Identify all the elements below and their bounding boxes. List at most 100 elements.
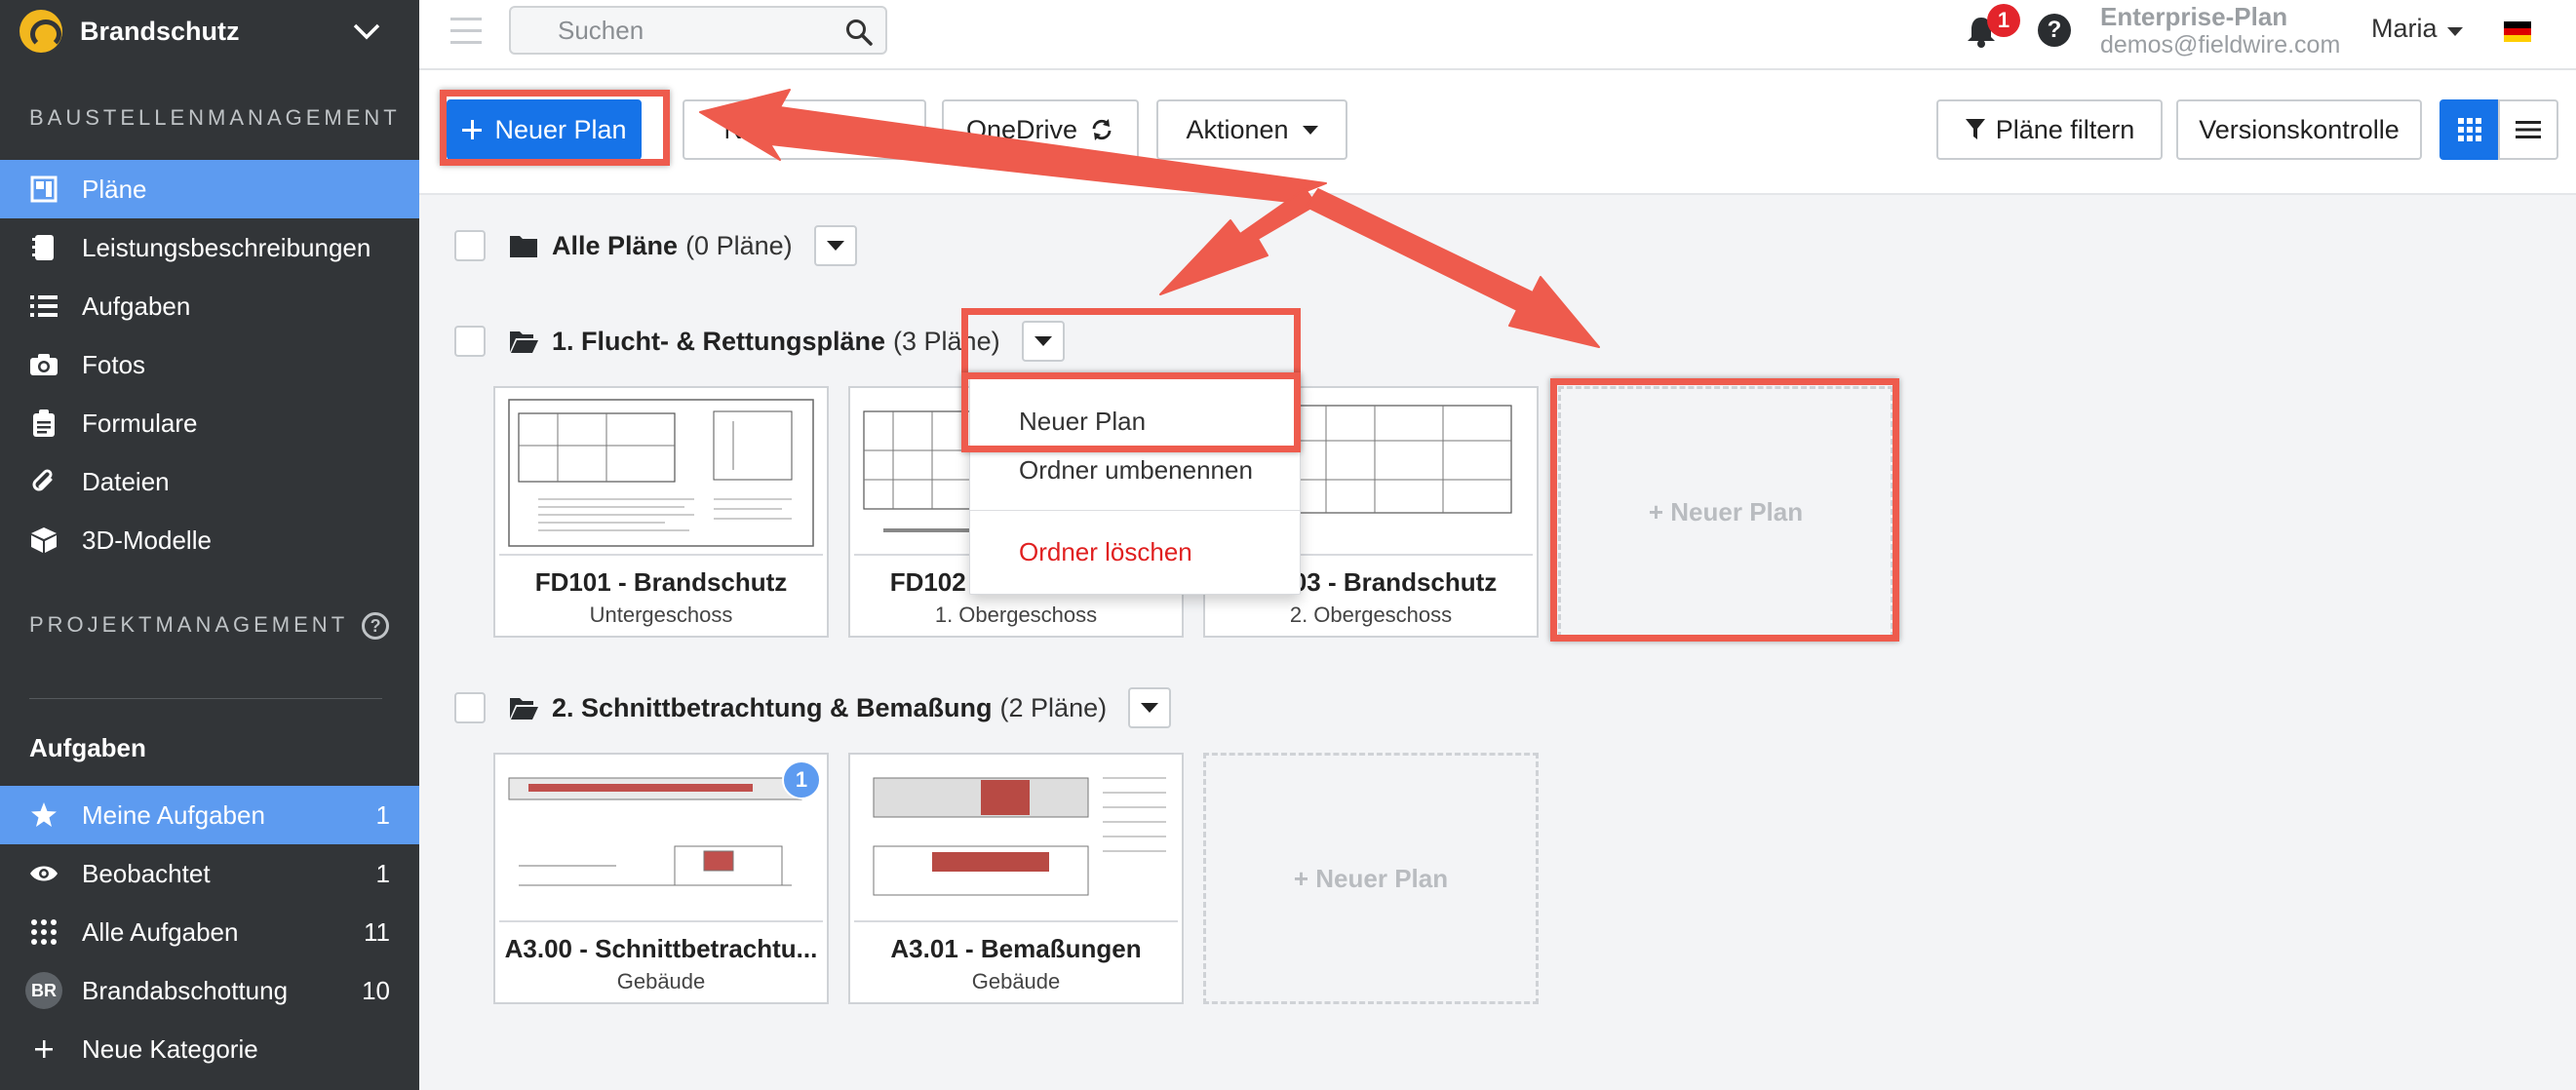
sidebar-item-label: Fotos [82,349,146,379]
folder-checkbox[interactable] [454,326,486,357]
filter-label: Pläne filtern [1995,114,2135,144]
caret-down-icon [1141,703,1159,713]
plan-subtitle: 1. Obergeschoss [934,603,1098,627]
actions-dropdown[interactable]: Aktionen [1156,99,1347,160]
folder-count: (0 Pläne) [685,230,793,260]
task-count: 10 [362,975,390,1005]
project-switcher[interactable]: Brandschutz [0,0,419,62]
onedrive-label: OneDrive [965,114,1078,144]
folder-checkbox[interactable] [454,692,486,723]
folder-open-icon [510,698,538,720]
list-view-toggle[interactable] [2498,99,2558,160]
section-label: PROJEKTMANAGEMENT [29,612,349,637]
plans-icon [27,175,60,204]
plus-icon [27,1034,60,1064]
sidebar-item-label: Aufgaben [82,291,191,321]
annotation-highlight-new-plan-button [440,90,670,166]
plan-card[interactable]: 1 A3.00 - Schnittbetrachtu... Gebäude [493,753,829,1004]
plan-title: A3.00 - Schnittbetrachtu... [504,934,818,963]
divider [29,698,382,699]
plan-card[interactable]: FD101 - Brandschutz Untergeschoss [493,386,829,638]
plan-subtitle: Untergeschoss [589,603,733,627]
search-input[interactable]: Suchen [509,6,887,55]
folder-menu-button[interactable] [1128,687,1172,728]
sidebar-item-new-category[interactable]: Neue Kategorie [0,1020,419,1078]
sidebar-item-plans[interactable]: Pläne [0,160,419,218]
plan-name: Enterprise-Plan [2100,2,2288,31]
plan-card[interactable]: A3.01 - Bemaßungen Gebäude [848,753,1184,1004]
category-avatar: BR [25,972,62,1009]
sidebar-item-label: 3D-Modelle [82,525,212,555]
plans-toolbar: Neuer Plan Neuer Ordner OneDrive Aktione… [419,70,2576,195]
camera-icon [27,350,60,379]
cube-icon [27,526,60,555]
caret-down-icon [826,241,844,251]
menu-item-rename-folder[interactable]: Ordner umbenennen [1019,455,1253,486]
grid-dots-icon [27,917,60,947]
sidebar-item-forms[interactable]: Formulare [0,394,419,452]
task-count: 11 [364,916,390,947]
help-icon[interactable]: ? [362,612,390,641]
sidebar-item-fire-stopping[interactable]: BR Brandabschottung 10 [0,961,419,1020]
folder-row-all-plans: Alle Pläne (0 Pläne) [454,225,857,266]
list-icon [2516,121,2541,138]
sidebar-item-label: Beobachtet [82,858,211,888]
menu-icon[interactable] [450,18,482,45]
sidebar-item-watched[interactable]: Beobachtet 1 [0,844,419,903]
search-icon [846,19,873,46]
folder-title[interactable]: Alle Pläne [552,231,678,261]
onedrive-button[interactable]: OneDrive [942,99,1139,160]
help-icon[interactable]: ? [2038,14,2071,47]
sidebar-item-my-tasks[interactable]: Meine Aufgaben 1 [0,786,419,844]
sidebar-item-label: Brandabschottung [82,975,289,1005]
specifications-icon [27,233,60,262]
folder-title[interactable]: 2. Schnittbetrachtung & Bemaßung [552,693,993,723]
menu-divider [970,510,1302,511]
menu-item-delete-folder[interactable]: Ordner löschen [1019,537,1192,567]
german-flag-icon[interactable] [2504,21,2531,42]
star-icon [27,800,60,830]
search-placeholder: Suchen [558,15,644,45]
sidebar-item-label: Alle Aufgaben [82,916,239,947]
folder-icon [510,236,537,257]
sidebar-item-tasks[interactable]: Aufgaben [0,277,419,335]
sidebar-item-specifications[interactable]: Leistungsbeschreibungen [0,218,419,277]
sidebar-item-files[interactable]: Dateien [0,452,419,511]
task-count: 1 [375,858,390,888]
filter-plans-button[interactable]: Pläne filtern [1936,99,2163,160]
sidebar-item-label: Dateien [82,466,170,496]
version-control-label: Versionskontrolle [2199,114,2400,144]
folder-title[interactable]: 1. Flucht- & Rettungspläne [552,327,885,357]
sidebar-item-label: Leistungsbeschreibungen [82,232,371,262]
sidebar-item-label: Formulare [82,408,198,438]
account-email: demos@fieldwire.com [2100,31,2341,58]
folder-row-sections: 2. Schnittbetrachtung & Bemaßung (2 Plän… [454,687,1172,728]
grid-view-toggle[interactable] [2439,99,2500,160]
actions-label: Aktionen [1186,114,1289,144]
top-bar: Suchen 1 ? Enterprise-Plan demos@fieldwi… [419,0,2576,70]
new-folder-button[interactable]: Neuer Ordner [683,99,926,160]
new-plan-card[interactable]: + Neuer Plan [1203,753,1539,1004]
sync-icon [1092,119,1112,140]
arrow-to-new-plan-card [1306,188,1600,348]
plan-thumbnail [499,759,823,922]
version-control-button[interactable]: Versionskontrolle [2176,99,2422,160]
forms-icon [27,409,60,438]
sidebar-item-3d-models[interactable]: 3D-Modelle [0,511,419,569]
grid-icon [2458,118,2481,141]
sidebar: Brandschutz BAUSTELLENMANAGEMENT Pläne L… [0,0,419,1090]
sidebar-item-photos[interactable]: Fotos [0,335,419,394]
filter-icon [1965,119,1985,139]
plan-title: FD101 - Brandschutz [534,567,788,597]
sidebar-item-all-tasks[interactable]: Alle Aufgaben 11 [0,903,419,961]
folder-menu-button[interactable] [813,225,857,266]
plan-thumbnail [499,392,823,556]
user-menu[interactable]: Maria [2371,14,2438,44]
chevron-down-icon[interactable] [347,12,386,51]
caret-down-icon[interactable] [2447,27,2463,36]
plan-subtitle: Gebäude [616,969,706,993]
arrow-to-folder-menu [1159,188,1317,295]
fieldwire-logo-icon [20,10,62,53]
sidebar-item-label: Meine Aufgaben [82,799,265,830]
folder-checkbox[interactable] [454,230,486,261]
